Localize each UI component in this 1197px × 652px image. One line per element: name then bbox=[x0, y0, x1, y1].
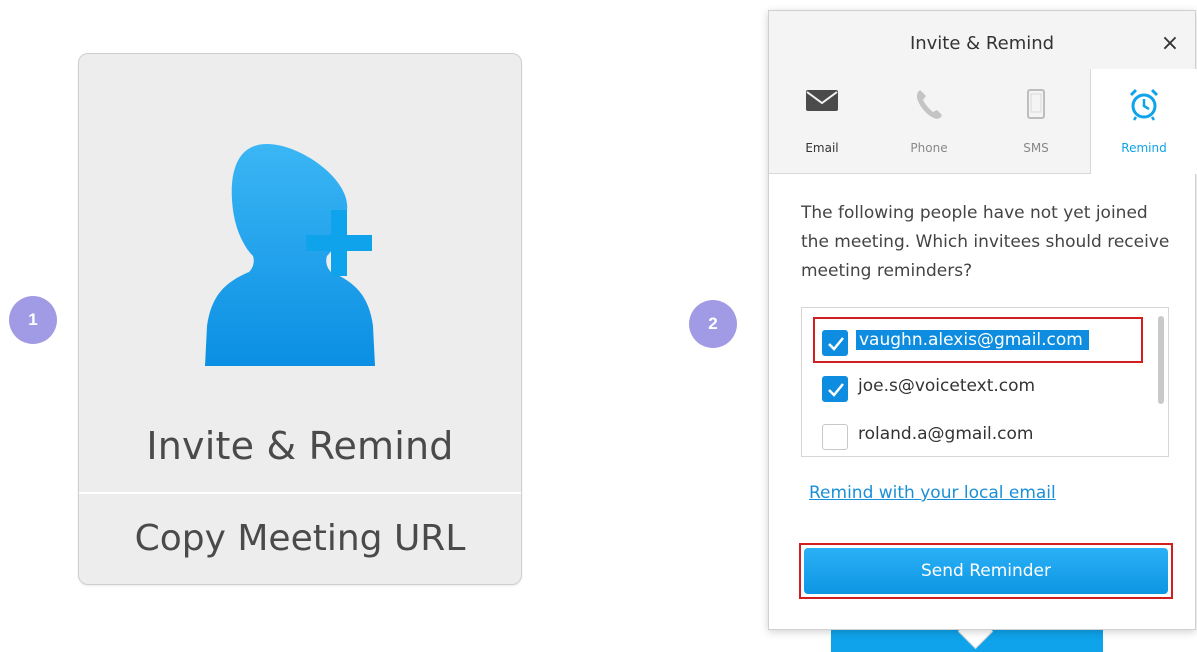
invitee-email: roland.a@gmail.com bbox=[858, 424, 1034, 444]
tab-sms-label: SMS bbox=[1023, 141, 1049, 155]
tab-sms[interactable]: SMS bbox=[983, 69, 1089, 173]
invitee-email: joe.s@voicetext.com bbox=[858, 376, 1036, 396]
popup-title: Invite & Remind bbox=[909, 33, 1055, 54]
invitee-checkbox[interactable] bbox=[822, 376, 848, 402]
invitee-row[interactable]: roland.a@gmail.com bbox=[810, 418, 1140, 456]
remind-prompt-text: The following people have not yet joined… bbox=[801, 203, 1170, 281]
send-reminder-button[interactable]: Send Reminder bbox=[804, 548, 1168, 594]
tab-phone-label: Phone bbox=[910, 141, 948, 155]
invite-remind-label: Invite & Remind bbox=[146, 424, 454, 468]
tab-remind[interactable]: Remind bbox=[1090, 69, 1197, 174]
invite-remind-button[interactable]: Invite & Remind bbox=[79, 54, 521, 492]
invite-remind-popup: Invite & Remind × Email Phone SMS Remind… bbox=[768, 10, 1197, 630]
copy-meeting-url-button[interactable]: Copy Meeting URL bbox=[79, 494, 521, 584]
remind-local-email-link[interactable]: Remind with your local email bbox=[809, 483, 1056, 503]
envelope-icon bbox=[769, 87, 875, 125]
meeting-actions-card: Invite & Remind Copy Meeting URL bbox=[78, 53, 522, 585]
phone-icon bbox=[876, 87, 982, 125]
step-1-badge: 1 bbox=[9, 296, 57, 344]
close-icon[interactable]: × bbox=[1157, 31, 1183, 57]
step-2-badge: 2 bbox=[689, 300, 737, 348]
tab-phone[interactable]: Phone bbox=[876, 69, 982, 173]
invitee-row[interactable]: joe.s@voicetext.com bbox=[810, 370, 1140, 408]
popup-tabs: Email Phone SMS Remind bbox=[769, 69, 1197, 174]
tab-email[interactable]: Email bbox=[769, 69, 875, 173]
copy-meeting-url-label: Copy Meeting URL bbox=[134, 518, 466, 559]
tab-remind-label: Remind bbox=[1121, 141, 1167, 155]
first-invitee-highlight bbox=[813, 317, 1143, 363]
mobile-icon bbox=[983, 87, 1089, 125]
list-scrollbar[interactable] bbox=[1158, 316, 1164, 404]
popup-header: Invite & Remind × bbox=[769, 11, 1195, 77]
add-user-icon bbox=[205, 140, 393, 366]
invitee-checkbox[interactable] bbox=[822, 424, 848, 450]
tab-email-label: Email bbox=[805, 141, 839, 155]
alarm-clock-icon bbox=[1091, 87, 1197, 125]
